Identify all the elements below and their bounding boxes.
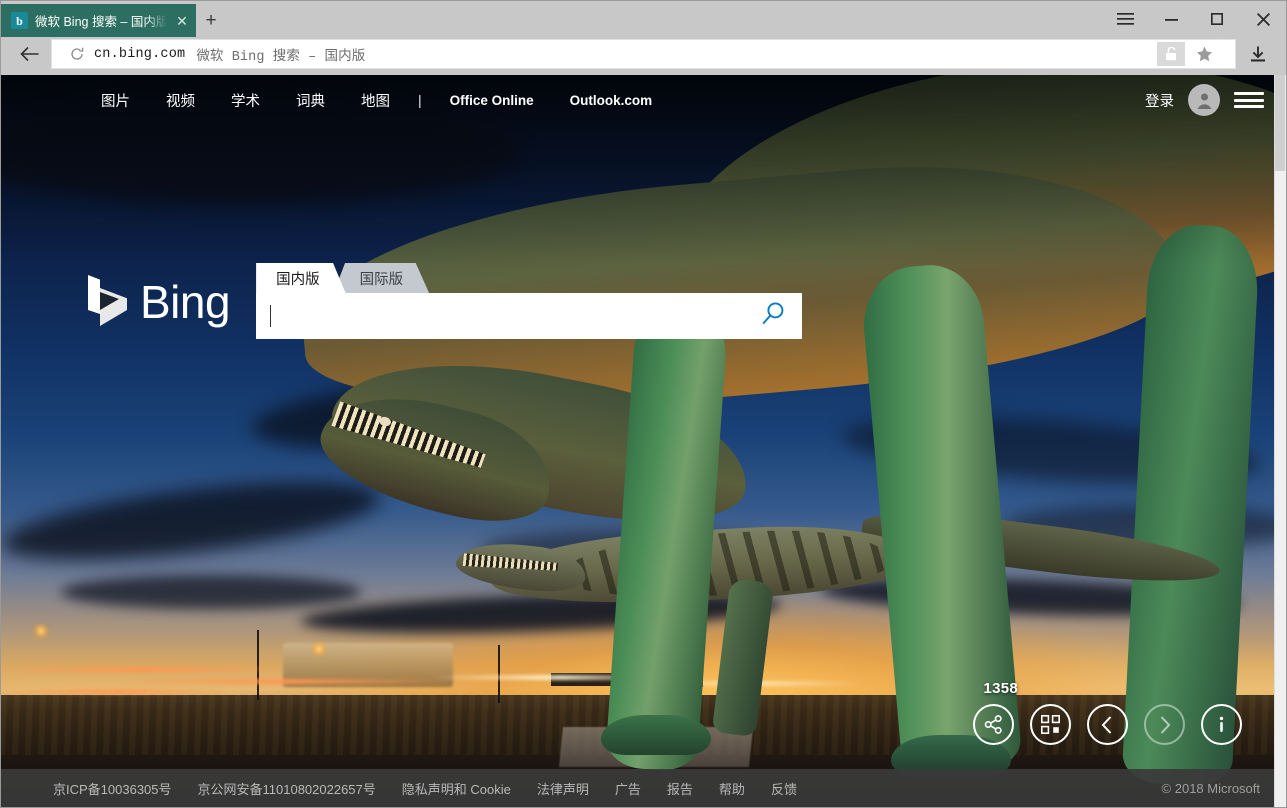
browser-window: b 微软 Bing 搜索 – 国内版 ✕ + cn.bing.com 微软 Bi… (0, 0, 1287, 808)
nav-item-dictionary[interactable]: 词典 (278, 90, 343, 111)
url-host: cn.bing.com (94, 46, 186, 62)
unlocked-padlock-icon[interactable] (1157, 42, 1185, 66)
bing-b-swoosh-icon (88, 275, 127, 326)
share-button[interactable] (973, 704, 1014, 745)
footer-link-report[interactable]: 报告 (667, 779, 693, 798)
tab-international-edition[interactable]: 国际版 (333, 263, 430, 293)
close-window-button[interactable] (1240, 1, 1286, 37)
search-magnifier-icon[interactable] (760, 301, 786, 332)
bing-top-nav: 图片 视频 学术 词典 地图 | Office Online Outlook.c… (83, 90, 670, 111)
back-arrow-icon[interactable] (7, 39, 51, 69)
maximize-button[interactable] (1194, 1, 1240, 37)
tab-title: 微软 Bing 搜索 – 国内版 (35, 15, 167, 29)
browser-tab[interactable]: b 微软 Bing 搜索 – 国内版 ✕ (1, 4, 196, 37)
sign-in-link[interactable]: 登录 (1145, 90, 1174, 111)
nav-item-office-online[interactable]: Office Online (432, 93, 552, 108)
qr-code-button[interactable] (1030, 704, 1071, 745)
footer-link-legal[interactable]: 法律声明 (537, 779, 589, 798)
text-caret (270, 305, 272, 327)
bing-logo[interactable]: Bing (86, 269, 231, 339)
next-image-button[interactable] (1144, 704, 1185, 745)
info-button[interactable] (1201, 704, 1242, 745)
nav-divider: | (418, 92, 422, 108)
page-footer: 京ICP备10036305号 京公网安备11010802022657号 隐私声明… (1, 769, 1286, 807)
download-icon[interactable] (1236, 39, 1280, 69)
url-page-title: 微软 Bing 搜索 – 国内版 (196, 49, 366, 65)
market-tabs: 国内版 国际版 (256, 263, 802, 293)
copyright-text: © 2018 Microsoft (1161, 780, 1260, 796)
page-viewport: 图片 视频 学术 词典 地图 | Office Online Outlook.c… (1, 75, 1286, 807)
nav-item-images[interactable]: 图片 (83, 90, 148, 111)
reload-icon[interactable] (64, 47, 90, 61)
tab-domestic-edition[interactable]: 国内版 (256, 263, 346, 293)
nav-item-outlook[interactable]: Outlook.com (552, 93, 671, 108)
tab-strip: b 微软 Bing 搜索 – 国内版 ✕ + (1, 1, 1286, 37)
footer-link-public-security[interactable]: 京公网安备11010802022657号 (198, 779, 376, 798)
close-tab-icon[interactable]: ✕ (174, 14, 190, 28)
previous-image-button[interactable] (1087, 704, 1128, 745)
footer-link-icp[interactable]: 京ICP备10036305号 (53, 779, 172, 798)
bing-hamburger-menu-icon[interactable] (1234, 89, 1264, 111)
search-area: Bing 国内版 国际版 (86, 263, 803, 339)
navigation-toolbar: cn.bing.com 微软 Bing 搜索 – 国内版 (1, 37, 1286, 75)
avatar[interactable] (1188, 84, 1220, 116)
minimize-button[interactable] (1148, 1, 1194, 37)
nav-item-maps[interactable]: 地图 (343, 90, 408, 111)
address-bar-notch (1221, 39, 1235, 69)
image-controls (973, 704, 1242, 745)
bookmark-star-icon[interactable] (1187, 39, 1221, 69)
footer-link-privacy-cookies[interactable]: 隐私声明和 Cookie (402, 779, 511, 798)
scrollbar-thumb[interactable] (1275, 75, 1285, 171)
nav-item-videos[interactable]: 视频 (148, 90, 213, 111)
window-controls (1102, 1, 1286, 37)
bing-header: 图片 视频 学术 词典 地图 | Office Online Outlook.c… (1, 75, 1286, 125)
address-bar[interactable]: cn.bing.com 微软 Bing 搜索 – 国内版 (51, 39, 1236, 69)
browser-menu-icon[interactable] (1102, 1, 1148, 37)
search-box[interactable] (256, 293, 803, 339)
footer-link-help[interactable]: 帮助 (719, 779, 745, 798)
search-column: 国内版 国际版 (256, 263, 803, 339)
vertical-scrollbar[interactable] (1274, 75, 1286, 807)
address-bar-actions (1157, 39, 1235, 69)
new-tab-button[interactable]: + (196, 4, 226, 37)
bing-wordmark: Bing (140, 276, 231, 328)
nav-item-academic[interactable]: 学术 (213, 90, 278, 111)
image-count-badge: 1358 (983, 680, 1018, 697)
footer-link-feedback[interactable]: 反馈 (771, 779, 797, 798)
footer-link-advertise[interactable]: 广告 (615, 779, 641, 798)
bing-favicon-icon: b (11, 12, 28, 29)
bing-header-actions: 登录 (1145, 84, 1264, 116)
background-photo-dinosaur-statues (1, 75, 1286, 807)
